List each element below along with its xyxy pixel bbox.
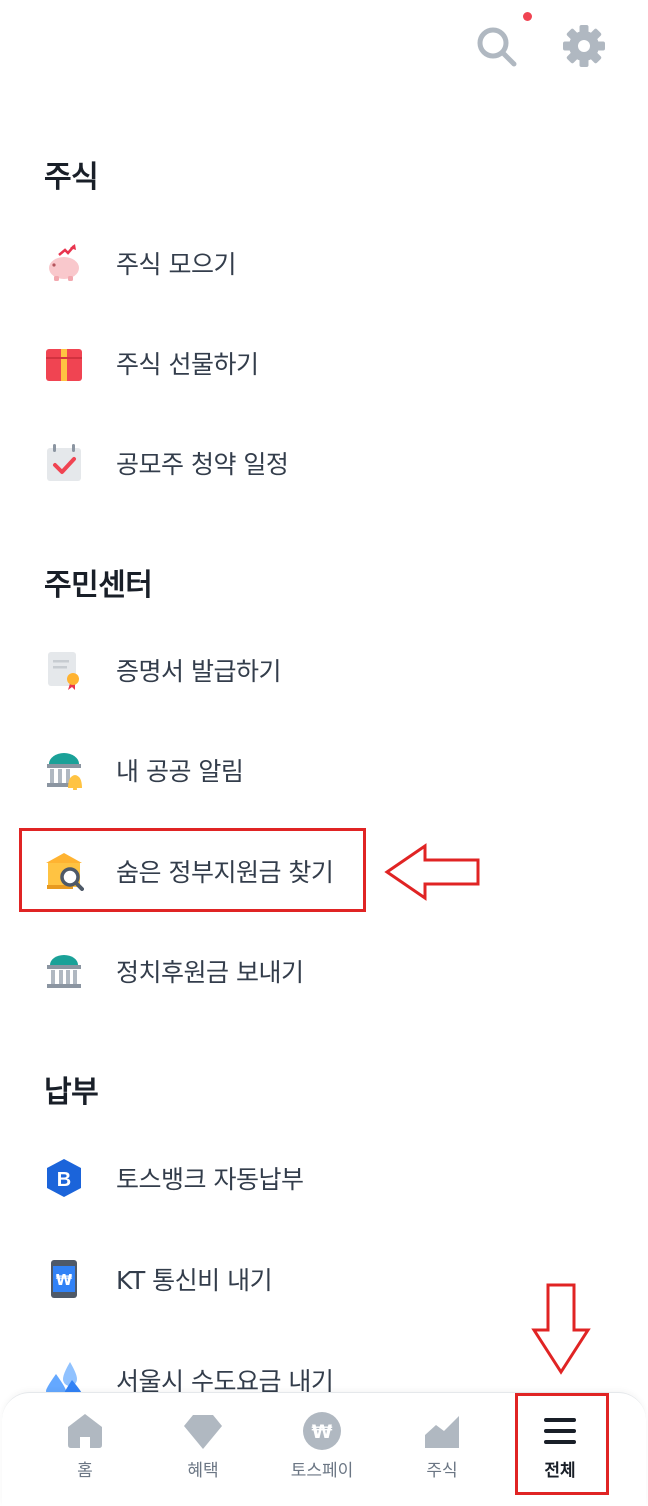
section-title-stock: 주식	[44, 160, 99, 195]
gift-icon	[46, 349, 82, 381]
tab-label: 혜택	[187, 1461, 219, 1481]
tab-stocks[interactable]: 주식	[378, 1393, 506, 1503]
certificate-icon	[48, 652, 79, 690]
menu-item-ipo-schedule[interactable]: 공모주 청약 일정	[22, 424, 622, 502]
section-title-payments: 납부	[44, 1075, 99, 1110]
tab-label: 주식	[426, 1461, 458, 1481]
government-building-icon	[47, 955, 81, 988]
menu-item-stock-savings[interactable]: 주식 모으기	[22, 224, 622, 302]
down-arrow-icon	[531, 1283, 591, 1375]
highlight-box	[515, 1393, 609, 1495]
gear-icon[interactable]	[560, 22, 608, 70]
menu-item-tossbank-autopay[interactable]: B 토스뱅크 자동납부	[22, 1139, 622, 1217]
svg-text:₩: ₩	[56, 1271, 73, 1289]
menu-item-label: 주식 모으기	[116, 250, 236, 279]
menu-item-label: 내 공공 알림	[116, 757, 244, 786]
left-arrow-icon	[384, 843, 480, 901]
svg-text:₩: ₩	[312, 1421, 333, 1443]
menu-item-stock-gift[interactable]: 주식 선물하기	[22, 324, 622, 402]
notification-dot	[523, 12, 532, 21]
tab-tosspay[interactable]: ₩ 토스페이	[258, 1393, 386, 1503]
highlight-box	[19, 828, 366, 912]
tab-home[interactable]: 홈	[21, 1393, 149, 1503]
phone-won-icon: ₩	[51, 1260, 77, 1298]
government-bell-icon	[47, 753, 82, 790]
menu-item-label: 주식 선물하기	[116, 350, 259, 379]
tossbank-b-icon: B	[47, 1159, 81, 1197]
menu-item-label: 증명서 발급하기	[116, 657, 281, 686]
menu-item-public-notice[interactable]: 내 공공 알림	[22, 731, 622, 809]
menu-item-label: KT 통신비 내기	[116, 1266, 273, 1295]
menu-item-political-donation[interactable]: 정치후원금 보내기	[22, 932, 622, 1010]
tab-label: 홈	[77, 1461, 93, 1481]
tosspay-won-icon: ₩	[303, 1412, 341, 1450]
stock-chart-icon	[425, 1416, 459, 1448]
menu-item-label: 공모주 청약 일정	[116, 450, 289, 479]
calendar-check-icon	[47, 444, 81, 481]
menu-item-label: 토스뱅크 자동납부	[116, 1165, 304, 1194]
menu-item-label: 정치후원금 보내기	[116, 958, 304, 987]
benefit-diamond-icon	[184, 1415, 222, 1449]
svg-text:B: B	[57, 1169, 71, 1191]
section-title-community-center: 주민센터	[44, 568, 153, 603]
piggy-bank-icon	[49, 244, 79, 281]
tab-benefits[interactable]: 혜택	[139, 1393, 267, 1503]
home-icon	[68, 1414, 102, 1448]
tab-label: 토스페이	[290, 1461, 354, 1481]
menu-item-certificate[interactable]: 증명서 발급하기	[22, 631, 622, 709]
search-icon[interactable]	[472, 22, 520, 70]
top-bar	[0, 0, 648, 95]
